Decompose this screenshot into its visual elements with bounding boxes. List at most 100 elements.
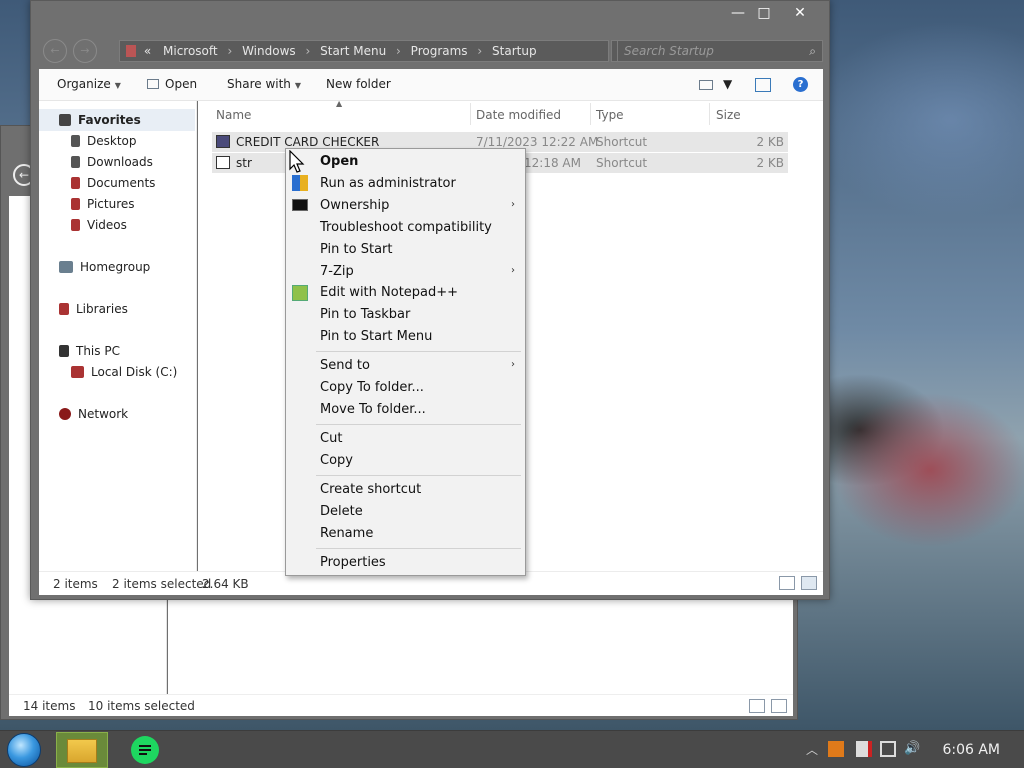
- column-divider[interactable]: [709, 103, 710, 125]
- preview-pane-icon: [755, 78, 771, 92]
- menu-item-edit-notepad[interactable]: Edit with Notepad++: [320, 285, 458, 300]
- back-button[interactable]: ←: [43, 39, 67, 63]
- column-divider[interactable]: [470, 103, 471, 125]
- menu-item-move-to-folder[interactable]: Move To folder...: [320, 402, 426, 417]
- menu-item-ownership[interactable]: Ownership: [320, 198, 389, 213]
- libraries-icon: [59, 303, 69, 315]
- details-view-icon[interactable]: [779, 576, 795, 590]
- context-menu: Open Run as administrator Ownership › Tr…: [285, 148, 526, 576]
- menu-separator: [316, 475, 521, 476]
- nav-this-pc[interactable]: This PC: [59, 344, 120, 358]
- help-button[interactable]: ?: [793, 76, 808, 94]
- nav-desktop[interactable]: Desktop: [71, 134, 137, 148]
- file-size: 2 KB: [756, 156, 784, 170]
- network-tray-icon[interactable]: [880, 741, 896, 757]
- menu-item-troubleshoot[interactable]: Troubleshoot compatibility: [320, 220, 492, 235]
- clock[interactable]: 6:06 AM: [942, 742, 1000, 758]
- menu-item-copy[interactable]: Copy: [320, 453, 353, 468]
- breadcrumb-microsoft[interactable]: Microsoft: [163, 44, 218, 58]
- chevron-down-icon: ▼: [723, 77, 733, 91]
- shortcut-icon: [216, 135, 230, 148]
- taskbar-explorer-button[interactable]: [56, 732, 108, 768]
- breadcrumb-start-menu[interactable]: Start Menu: [320, 44, 386, 58]
- menu-item-send-to[interactable]: Send to: [320, 358, 370, 373]
- menu-item-pin-start-menu[interactable]: Pin to Start Menu: [320, 329, 432, 344]
- start-button[interactable]: [7, 733, 41, 767]
- breadcrumb-programs[interactable]: Programs: [411, 44, 468, 58]
- file-explorer-icon: [67, 739, 97, 763]
- file-date: 7/11/2023 12:22 AM: [476, 135, 599, 149]
- menu-item-7zip[interactable]: 7-Zip: [320, 264, 354, 279]
- menu-item-copy-to-folder[interactable]: Copy To folder...: [320, 380, 424, 395]
- organize-button[interactable]: Organize ▼: [57, 77, 121, 91]
- uac-shield-icon: [292, 175, 308, 191]
- help-icon: ?: [793, 77, 808, 92]
- search-input[interactable]: Search Startup ⌕: [617, 40, 823, 62]
- new-folder-button[interactable]: New folder: [326, 77, 391, 91]
- taskbar-app-button[interactable]: [122, 732, 168, 768]
- menu-item-pin-to-start[interactable]: Pin to Start: [320, 242, 392, 257]
- address-row: ← → « Microsoft › Windows › Start Menu ›…: [39, 39, 823, 63]
- submenu-arrow-icon: ›: [511, 265, 515, 276]
- preview-pane-button[interactable]: [755, 76, 771, 94]
- notepad-plus-plus-icon: [292, 285, 308, 301]
- nav-desktop-label: Desktop: [87, 134, 137, 148]
- nav-pictures[interactable]: Pictures: [71, 197, 135, 211]
- address-overflow[interactable]: «: [144, 44, 151, 58]
- volume-icon[interactable]: 🔊: [904, 741, 920, 757]
- nav-homegroup[interactable]: Homegroup: [59, 260, 150, 274]
- menu-item-cut[interactable]: Cut: [320, 431, 342, 446]
- mouse-pointer-icon: [289, 150, 305, 173]
- nav-homegroup-label: Homegroup: [80, 260, 151, 274]
- breadcrumb-windows[interactable]: Windows: [242, 44, 296, 58]
- menu-item-run-as-admin[interactable]: Run as administrator: [320, 176, 456, 191]
- nav-documents[interactable]: Documents: [71, 176, 155, 190]
- computer-icon: [59, 345, 69, 357]
- menu-separator: [316, 351, 521, 352]
- background-item-count: 14 items: [23, 699, 76, 713]
- forward-button[interactable]: →: [73, 39, 97, 63]
- nav-downloads[interactable]: Downloads: [71, 155, 153, 169]
- details-view-icon[interactable]: [749, 699, 765, 713]
- breadcrumb-startup[interactable]: Startup: [492, 44, 537, 58]
- large-icons-view-icon[interactable]: [771, 699, 787, 713]
- nav-local-disk[interactable]: Local Disk (C:): [71, 365, 177, 379]
- share-with-button[interactable]: Share with ▼: [227, 77, 301, 91]
- nav-network[interactable]: Network: [59, 407, 128, 421]
- menu-item-properties[interactable]: Properties: [320, 555, 386, 570]
- menu-item-create-shortcut[interactable]: Create shortcut: [320, 482, 421, 497]
- tray-app-icon[interactable]: [828, 741, 844, 757]
- large-icons-view-icon[interactable]: [801, 576, 817, 590]
- column-header-size[interactable]: Size: [716, 108, 741, 122]
- maximize-button[interactable]: □: [749, 3, 779, 23]
- selected-count: 2 items selected: [112, 577, 212, 591]
- homegroup-icon: [59, 261, 73, 273]
- column-header-date[interactable]: Date modified: [476, 108, 561, 122]
- action-center-flag-icon[interactable]: [856, 741, 872, 757]
- nav-libraries[interactable]: Libraries: [59, 302, 128, 316]
- column-header-name[interactable]: Name: [216, 108, 251, 122]
- network-icon: [59, 408, 71, 420]
- nav-libraries-label: Libraries: [76, 302, 128, 316]
- address-bar[interactable]: « Microsoft › Windows › Start Menu › Pro…: [119, 40, 609, 62]
- menu-item-open[interactable]: Open: [320, 154, 358, 169]
- show-hidden-icons-icon[interactable]: ︿: [804, 741, 820, 757]
- close-button[interactable]: ✕: [785, 3, 815, 23]
- nav-videos[interactable]: Videos: [71, 218, 127, 232]
- menu-item-delete[interactable]: Delete: [320, 504, 363, 519]
- column-divider[interactable]: [590, 103, 591, 125]
- column-header-type[interactable]: Type: [596, 108, 624, 122]
- nav-network-label: Network: [78, 407, 129, 421]
- open-button[interactable]: Open: [147, 77, 197, 91]
- change-view-button[interactable]: ▼: [699, 76, 732, 94]
- nav-pictures-label: Pictures: [87, 197, 135, 211]
- search-icon[interactable]: ⌕: [809, 41, 816, 61]
- background-status-bar: 14 items 10 items selected: [9, 694, 793, 716]
- nav-favorites[interactable]: Favorites: [59, 113, 141, 127]
- nav-favorites-label: Favorites: [78, 113, 141, 127]
- nav-videos-label: Videos: [87, 218, 127, 232]
- taskbar: ︿ 🔊 6:06 AM: [0, 730, 1024, 768]
- menu-item-rename[interactable]: Rename: [320, 526, 373, 541]
- videos-icon: [71, 219, 80, 231]
- menu-item-pin-taskbar[interactable]: Pin to Taskbar: [320, 307, 410, 322]
